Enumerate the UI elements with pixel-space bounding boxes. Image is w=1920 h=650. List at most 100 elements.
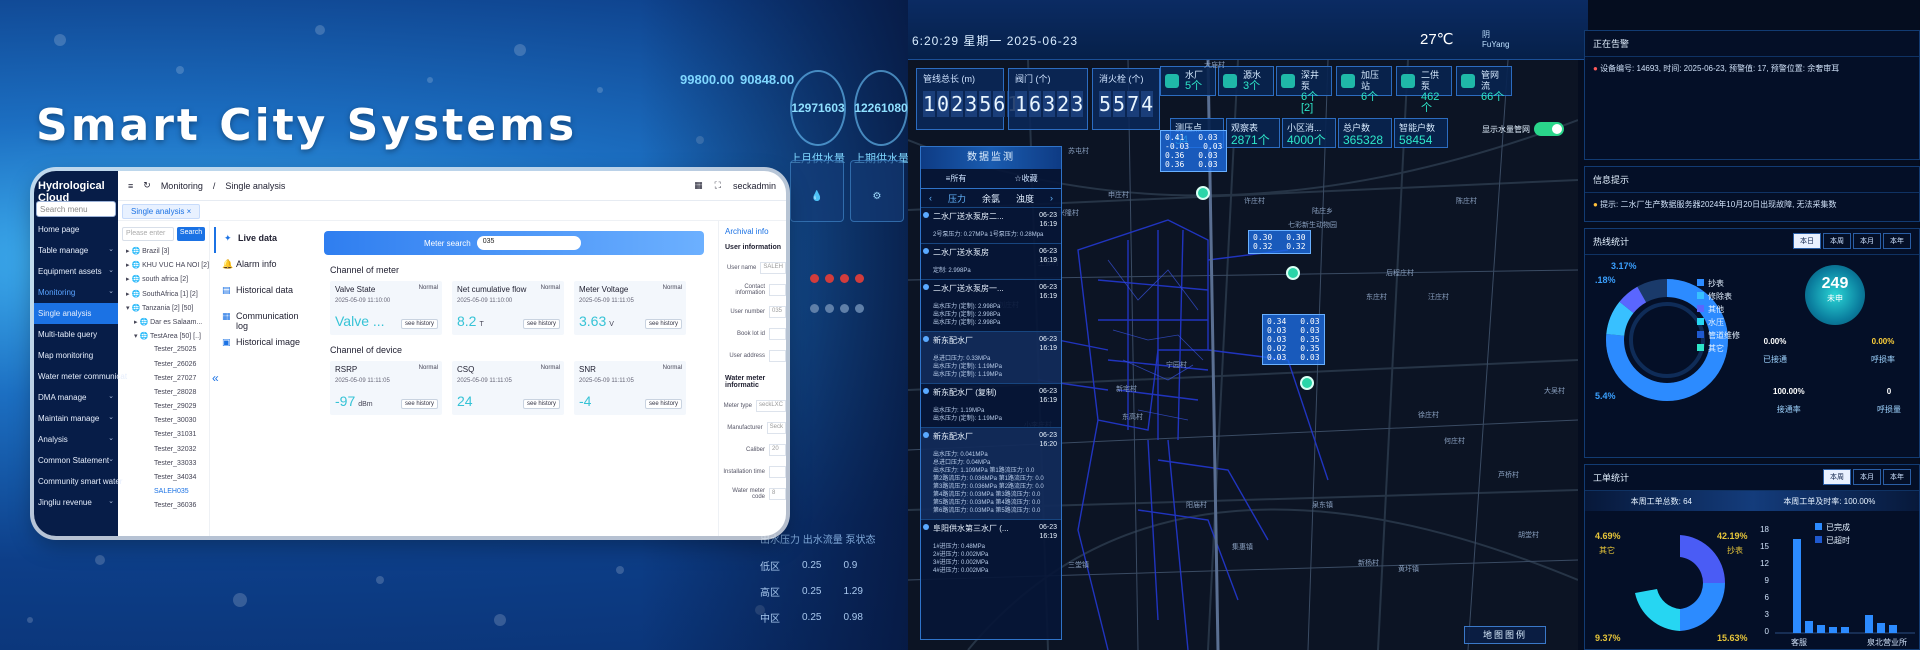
tree-search-button[interactable]: Search — [177, 227, 205, 241]
facility-stat[interactable]: 加压站 6个 — [1336, 66, 1392, 103]
period-option[interactable]: 本年 — [1883, 469, 1911, 485]
submenu-item[interactable]: ▤ Historical data — [214, 279, 310, 305]
station-marker-3[interactable] — [1300, 376, 1314, 390]
tree-node[interactable]: Tester_28028 — [118, 389, 209, 403]
tree-node[interactable]: ▸ 🌐 KHU VUC HA NOI [2] — [118, 261, 209, 275]
tree-node[interactable]: Tester_26026 — [118, 361, 209, 375]
sidebar-item[interactable]: Equipment assets ⌄ — [34, 261, 118, 282]
toggle-switch[interactable] — [1534, 122, 1564, 136]
monitor-station-item[interactable]: 二水厂送水泵房一... 06-23 16:19 出水压力 (定制): 2.998Pa 出… — [921, 279, 1061, 331]
field-value[interactable]: 8 — [769, 488, 786, 500]
monitor-tab-favorites[interactable]: ☆收藏 — [991, 169, 1061, 188]
tree-node[interactable]: Tester_33033 — [118, 460, 209, 474]
sidebar-item[interactable]: Maintain manage ⌄ — [34, 408, 118, 429]
sidebar-item[interactable]: Water meter communicat — [34, 366, 127, 387]
monitor-station-item[interactable]: 新东配水厂 (复制) 06-23 16:19 出水压力: 1.19MPa 出水压力 (定… — [921, 383, 1061, 427]
field-value[interactable]: seckLXC — [755, 400, 786, 412]
tree-node[interactable]: Tester_34034 — [118, 474, 209, 488]
monitor-station-item[interactable]: 新东配水厂 06-23 16:20 出水压力: 0.041MPa 总进口压力: 0.04… — [921, 427, 1061, 519]
archival-info-tab[interactable]: Archival info — [725, 227, 786, 236]
sidebar-item[interactable]: Common Statement ⌄ — [34, 450, 118, 471]
sidebar-item[interactable]: Community smart water — [34, 471, 122, 492]
metric-stat[interactable]: 智能户数 58454 — [1394, 118, 1448, 148]
period-option[interactable]: 本年 — [1883, 233, 1911, 249]
facility-stat[interactable]: 二供泵 462个 — [1396, 66, 1452, 114]
see-history-button[interactable]: see history — [522, 399, 560, 409]
station-marker-2[interactable] — [1286, 266, 1300, 280]
monitor-station-item[interactable]: 新东配水厂 06-23 16:19 总进口压力: 0.33MPa 出水压力 (定制): … — [921, 331, 1061, 383]
meter-search-input[interactable]: 035 — [476, 236, 581, 250]
map-legend-button[interactable]: 地图图例 — [1464, 626, 1546, 644]
period-option[interactable]: 本月 — [1853, 233, 1881, 249]
menu-toggle-icon[interactable]: ≡ — [128, 181, 133, 191]
dashboard-icon[interactable]: ▦ — [694, 180, 703, 191]
submenu-item[interactable]: 🔔 Alarm info — [214, 253, 310, 279]
period-option[interactable]: 本周 — [1823, 233, 1851, 249]
sidebar-item[interactable]: DMA manage ⌄ — [34, 387, 118, 408]
see-history-button[interactable]: see history — [522, 319, 560, 329]
filter-pressure[interactable]: 压力 — [948, 192, 966, 205]
tab-single-analysis[interactable]: Single analysis × — [122, 204, 201, 219]
metric-stat[interactable]: 观察表 2871个 — [1226, 118, 1280, 148]
period-option[interactable]: 本日 — [1793, 233, 1821, 249]
tree-node[interactable]: Tester_31031 — [118, 431, 209, 445]
pressure-popup-2[interactable]: 0.30 0.30 0.32 0.32 — [1248, 230, 1311, 254]
sidebar-item[interactable]: Multi-table query — [34, 324, 118, 345]
monitor-station-item[interactable]: 二水厂送水泵房 06-23 16:19 定制: 2.998Pa — [921, 243, 1061, 279]
filter-turbidity[interactable]: 浊度 — [1016, 192, 1034, 205]
filter-chlorine[interactable]: 余氯 — [982, 192, 1000, 205]
fullscreen-icon[interactable]: ⛶ — [715, 180, 721, 191]
station-marker-1[interactable] — [1196, 186, 1210, 200]
field-value[interactable]: SALEH — [760, 262, 786, 274]
monitor-tab-all[interactable]: ≡所有 — [921, 169, 991, 188]
sidebar-item[interactable]: Analysis ⌄ — [34, 429, 118, 450]
filter-prev-icon[interactable]: ‹ — [929, 193, 932, 203]
sidebar-item[interactable]: Jingliu revenue ⌄ — [34, 492, 118, 513]
field-value[interactable] — [769, 328, 786, 340]
period-option[interactable]: 本周 — [1823, 469, 1851, 485]
tree-node[interactable]: ▾ 🌐 TestArea [50] [..] — [118, 332, 209, 346]
tree-node[interactable]: ▸ 🌐 Dar es Salaam... — [118, 318, 209, 332]
water-network-toggle[interactable]: 显示水量管网 — [1482, 122, 1564, 136]
sidebar-item[interactable]: Single analysis — [34, 303, 118, 324]
submenu-item[interactable]: ▦ Communication log — [214, 305, 310, 331]
facility-stat[interactable]: 水厂 5个 — [1160, 66, 1216, 96]
tree-node[interactable]: ▸ 🌐 SouthAfrica [1] [2] — [118, 290, 209, 304]
submenu-item[interactable]: ✦ Live data — [214, 227, 310, 253]
monitor-station-item[interactable]: 阜阳供水第三水厂 (... 06-23 16:19 1#进压力: 0.48MPa 2#进… — [921, 519, 1061, 579]
tree-node[interactable]: ▸ 🌐 south africa [2] — [118, 275, 209, 289]
tree-node[interactable]: ▾ 🌐 Tanzania [2] [50] — [118, 304, 209, 318]
facility-stat[interactable]: 源水 3个 — [1218, 66, 1274, 96]
see-history-button[interactable]: see history — [644, 319, 682, 329]
see-history-button[interactable]: see history — [400, 399, 438, 409]
user-name[interactable]: seckadmin — [733, 181, 776, 191]
see-history-button[interactable]: see history — [644, 399, 682, 409]
facility-stat[interactable]: 深井泵 6个[2] — [1276, 66, 1332, 114]
tree-search-input[interactable]: Please enter — [122, 227, 174, 241]
metric-stat[interactable]: 小区消... 4000个 — [1282, 118, 1336, 148]
sidebar-item[interactable]: Home page — [34, 219, 118, 240]
refresh-icon[interactable]: ↻ — [143, 180, 151, 191]
tree-node[interactable]: Tester_27027 — [118, 375, 209, 389]
tree-node[interactable]: Tester_32032 — [118, 446, 209, 460]
filter-next-icon[interactable]: › — [1050, 193, 1053, 203]
field-value[interactable]: 035 — [769, 306, 786, 318]
sidebar-item[interactable]: Monitoring ⌄ — [34, 282, 118, 303]
see-history-button[interactable]: see history — [400, 319, 438, 329]
tree-node[interactable]: Tester_36036 — [118, 502, 209, 516]
metric-stat[interactable]: 总户数 365328 — [1338, 118, 1392, 148]
monitor-station-item[interactable]: 二水厂送水泵房二... 06-23 16:19 2号泵压力: 0.27MPa 1号泵压… — [921, 207, 1061, 243]
tree-node[interactable]: ▸ 🌐 Brazil [3] — [118, 247, 209, 261]
pressure-popup-1[interactable]: 0.41 0.03 -0.03 0.03 0.36 0.03 0.36 0.03 — [1160, 130, 1228, 172]
tree-node[interactable]: Tester_25025 — [118, 346, 209, 360]
period-option[interactable]: 本月 — [1853, 469, 1881, 485]
sidebar-item[interactable]: Table manage ⌄ — [34, 240, 118, 261]
collapse-chevron-icon[interactable]: « — [212, 371, 219, 385]
breadcrumb-monitoring[interactable]: Monitoring — [161, 181, 203, 191]
field-value[interactable] — [769, 466, 786, 478]
tree-node[interactable]: Tester_30030 — [118, 417, 209, 431]
submenu-item[interactable]: ▣ Historical image — [214, 331, 310, 357]
facility-stat[interactable]: 管网流 66个 — [1456, 66, 1512, 103]
sidebar-item[interactable]: Map monitoring — [34, 345, 118, 366]
field-value[interactable] — [769, 350, 786, 362]
